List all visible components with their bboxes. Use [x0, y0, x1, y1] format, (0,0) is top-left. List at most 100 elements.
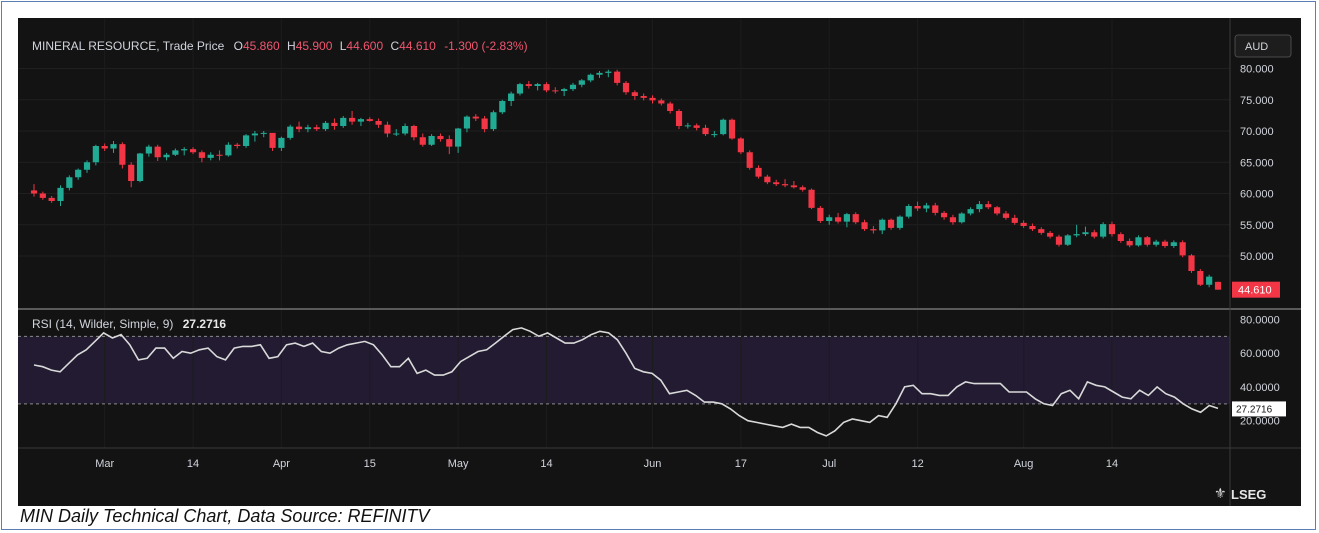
candle [905, 204, 912, 219]
candle-body [357, 119, 365, 122]
open-key: O [234, 39, 243, 53]
time-tick-label: May [448, 458, 469, 470]
candle-body [242, 135, 250, 146]
candle-body [198, 152, 205, 158]
candle-body [605, 71, 612, 73]
candle-body [295, 126, 303, 130]
candle [499, 99, 506, 115]
lseg-logo: ⚜ LSEG [1214, 485, 1266, 502]
time-tick-label: 15 [364, 458, 376, 470]
candle-body [1161, 241, 1169, 246]
candle-body [1108, 224, 1116, 235]
price-tick-label: 50.000 [1240, 251, 1274, 263]
rsi-tag-label: 27.2716 [1236, 404, 1273, 415]
rsi-value-tag: 27.2716 [1232, 401, 1286, 417]
svg-text:⚜: ⚜ [1214, 485, 1227, 501]
high-key: H [287, 39, 296, 53]
last-price-label: 44.610 [1238, 285, 1272, 297]
candle-body [720, 119, 727, 135]
candle-body [773, 182, 780, 185]
candle-body [614, 71, 621, 83]
candle-body [393, 133, 400, 135]
candle [720, 118, 727, 136]
candle-body [269, 132, 276, 148]
svg-text:RSI (14, Wilder, Simple, 9): RSI (14, Wilder, Simple, 9) 27.2716 [32, 317, 226, 331]
close-value: 44.610 [399, 39, 436, 53]
candle-body [764, 176, 771, 183]
candle-body [1029, 226, 1036, 230]
candle [1214, 281, 1222, 290]
candle-body [119, 144, 126, 165]
time-tick-label: 14 [1106, 458, 1118, 470]
candle-body [136, 153, 144, 181]
candle [1188, 254, 1195, 273]
candle-body [578, 80, 585, 85]
candle-body [693, 125, 700, 128]
chart-panel: 80.000 75.000 70.000 65.000 60.000 55.000 50.0… [18, 18, 1301, 506]
candle [737, 137, 744, 155]
candle [242, 134, 250, 148]
candle-body [260, 132, 267, 134]
candle-body [799, 187, 806, 190]
candle-body [1170, 242, 1177, 246]
candle-body [985, 204, 992, 208]
price-tick-label: 55.000 [1240, 220, 1274, 232]
candle-body [101, 146, 108, 149]
candle-body [569, 84, 577, 90]
candle-body [923, 205, 930, 209]
candle-body [57, 187, 64, 201]
candle-body [145, 146, 152, 154]
candle-body [940, 212, 948, 218]
candle-body [1064, 235, 1071, 245]
price-tick-label: 70.000 [1240, 126, 1274, 138]
price-tick-label: 75.000 [1240, 95, 1274, 107]
candle-body [437, 136, 444, 140]
candle-body [640, 96, 647, 98]
candle-body [1188, 255, 1195, 271]
time-tick-label: 12 [911, 458, 923, 470]
candle-body [711, 134, 718, 136]
currency-button[interactable]: AUD [1234, 34, 1292, 58]
candle-body [737, 138, 744, 153]
candle-body [958, 213, 965, 223]
candle-body [1002, 213, 1010, 218]
candle-body [384, 124, 391, 134]
time-tick-label: Apr [273, 458, 290, 470]
candle-body [455, 128, 462, 147]
candle-body [207, 154, 214, 158]
candle-body [331, 122, 338, 126]
candle-body [817, 207, 824, 221]
candle-body [304, 127, 312, 130]
candle-body [887, 219, 895, 228]
candle-body [154, 146, 161, 158]
candle-body [905, 206, 912, 217]
candle-body [755, 167, 762, 177]
candle-body [914, 206, 921, 209]
candle-body [463, 116, 471, 129]
open-value: 45.860 [243, 39, 280, 53]
candle [808, 188, 815, 210]
candle-body [622, 82, 630, 93]
candle [896, 215, 904, 230]
rsi-value: 27.2716 [183, 317, 227, 331]
figure-caption: MIN Daily Technical Chart, Data Source: … [20, 506, 430, 526]
candle-body [419, 137, 426, 145]
candle-body [1144, 237, 1151, 245]
candle-body [1135, 237, 1142, 246]
candle-body [1197, 271, 1204, 285]
candle-body [587, 74, 594, 81]
candle-body [340, 117, 347, 126]
rsi-band-fill [18, 336, 1230, 404]
candle-body [1206, 276, 1213, 285]
candle-body [481, 118, 488, 130]
candle-body [402, 126, 409, 134]
candle [490, 110, 497, 131]
candle-body [472, 116, 479, 119]
candle-body [516, 84, 524, 94]
rsi-tick-label: 20.0000 [1240, 416, 1280, 428]
candle-body [932, 205, 939, 213]
candle-body [781, 184, 789, 186]
candle-body [949, 217, 957, 223]
candle-body [490, 112, 497, 130]
candle-body [631, 92, 638, 96]
